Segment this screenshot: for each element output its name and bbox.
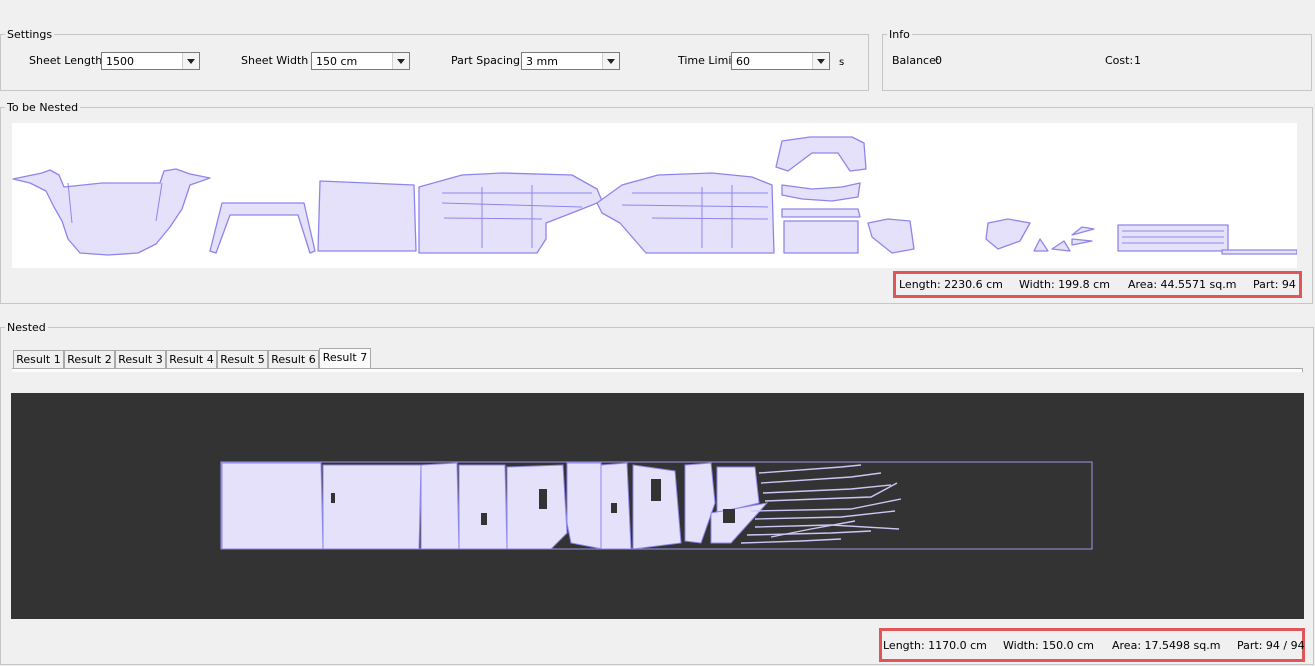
sheet-length-combo[interactable]: 1500 <box>101 52 200 70</box>
tab-result-2[interactable]: Result 2 <box>64 350 115 368</box>
cost-label: Cost: <box>1105 54 1134 67</box>
sheet-width-value: 150 cm <box>316 55 358 68</box>
tab-result-1[interactable]: Result 1 <box>13 350 64 368</box>
sheet-width-label: Sheet Width <box>241 54 309 67</box>
time-limit-label: Time Limit <box>678 54 736 67</box>
chevron-down-icon[interactable] <box>182 53 199 69</box>
info-group: Info <box>882 28 1312 91</box>
tab-result-3[interactable]: Result 3 <box>115 350 166 368</box>
stat-part: Part: 94 <box>1253 278 1296 291</box>
stat-width: Width: 150.0 cm <box>1003 639 1094 652</box>
time-limit-value: 60 <box>736 55 750 68</box>
settings-legend: Settings <box>5 28 55 41</box>
chevron-down-icon[interactable] <box>602 53 619 69</box>
chevron-down-icon[interactable] <box>812 53 829 69</box>
strip-part <box>1117 224 1229 252</box>
info-legend: Info <box>887 28 912 41</box>
time-limit-combo[interactable]: 60 <box>731 52 830 70</box>
stat-area: Area: 17.5498 sq.m <box>1112 639 1221 652</box>
part-spacing-value: 3 mm <box>526 55 558 68</box>
balance-value: 0 <box>935 54 942 67</box>
roof-part <box>317 180 417 252</box>
chevron-down-icon[interactable] <box>392 53 409 69</box>
tab-result-4[interactable]: Result 4 <box>166 350 217 368</box>
cost-value: 1 <box>1134 54 1141 67</box>
stat-area: Area: 44.5571 sq.m <box>1128 278 1237 291</box>
tailgate-part <box>783 220 859 254</box>
tab-result-6[interactable]: Result 6 <box>268 350 319 368</box>
to-be-nested-stats: Length: 2230.6 cm Width: 199.8 cm Area: … <box>893 271 1302 298</box>
tab-result-5[interactable]: Result 5 <box>217 350 268 368</box>
balance-label: Balance: <box>892 54 940 67</box>
part-spacing-label: Part Spacing <box>451 54 520 67</box>
part-spacing-combo[interactable]: 3 mm <box>521 52 620 70</box>
to-be-nested-legend: To be Nested <box>5 101 81 114</box>
parts-preview-canvas[interactable] <box>12 123 1297 268</box>
sheet-length-value: 1500 <box>106 55 134 68</box>
stat-width: Width: 199.8 cm <box>1019 278 1110 291</box>
nested-legend: Nested <box>5 321 48 334</box>
nested-result-canvas[interactable] <box>11 393 1304 619</box>
sheet-length-label: Sheet Length <box>29 54 103 67</box>
time-unit-label: s <box>839 57 845 68</box>
tab-strip-line <box>12 368 1303 372</box>
nested-stats: Length: 1170.0 cm Width: 150.0 cm Area: … <box>879 628 1305 662</box>
stat-part: Part: 94 / 94 <box>1237 639 1305 652</box>
sheet-width-combo[interactable]: 150 cm <box>311 52 410 70</box>
stat-length: Length: 2230.6 cm <box>899 278 1003 291</box>
strip-part <box>1221 249 1297 255</box>
tab-result-7[interactable]: Result 7 <box>319 348 371 369</box>
stat-length: Length: 1170.0 cm <box>883 639 987 652</box>
trim-part <box>781 208 861 218</box>
